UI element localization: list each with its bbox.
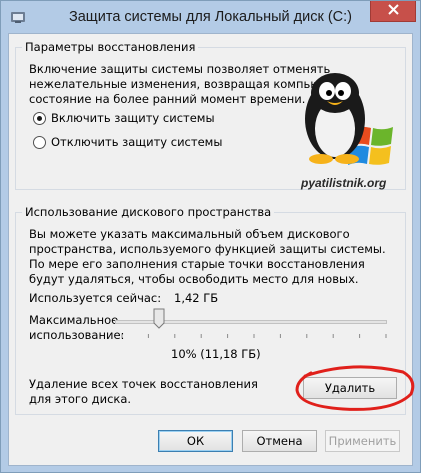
current-usage-value: 1,42 ГБ xyxy=(174,291,219,305)
disk-usage-description: Вы можете указать максимальный объем дис… xyxy=(29,227,386,286)
radio-label: Отключить защиту системы xyxy=(51,135,223,149)
watermark-logo xyxy=(299,67,399,177)
ok-button[interactable]: ОК xyxy=(158,430,233,452)
radio-label: Включить защиту системы xyxy=(51,111,215,125)
current-usage-label: Используется сейчас: xyxy=(29,291,162,305)
max-usage-value: 10% (11,18 ГБ) xyxy=(171,347,261,361)
delete-points-text: Удаление всех точек восстановления для э… xyxy=(29,377,258,406)
watermark-text: pyatilistnik.org xyxy=(301,176,387,190)
radio-button[interactable] xyxy=(33,135,46,149)
apply-button[interactable]: Применить xyxy=(325,430,400,452)
cancel-button[interactable]: Отмена xyxy=(242,430,317,452)
radio-disable-protection[interactable]: Отключить защиту системы xyxy=(33,135,222,149)
radio-enable-protection[interactable]: Включить защиту системы xyxy=(33,111,215,125)
restore-settings-title: Параметры восстановления xyxy=(22,40,199,54)
close-icon xyxy=(387,4,399,18)
dialog-window: Защита системы для Локальный диск (C:) П… xyxy=(0,0,421,473)
slider-thumb[interactable] xyxy=(153,308,165,329)
slider-ticks xyxy=(121,334,387,338)
window-title: Защита системы для Локальный диск (C:) xyxy=(68,9,352,25)
close-button[interactable] xyxy=(370,1,416,22)
annotation-circle xyxy=(295,365,415,411)
radio-button[interactable] xyxy=(33,111,46,125)
max-usage-label: Максимальное использование: xyxy=(29,313,125,342)
disk-usage-title: Использование дискового пространства xyxy=(22,205,275,219)
title-bar[interactable]: Защита системы для Локальный диск (C:) xyxy=(1,1,420,33)
